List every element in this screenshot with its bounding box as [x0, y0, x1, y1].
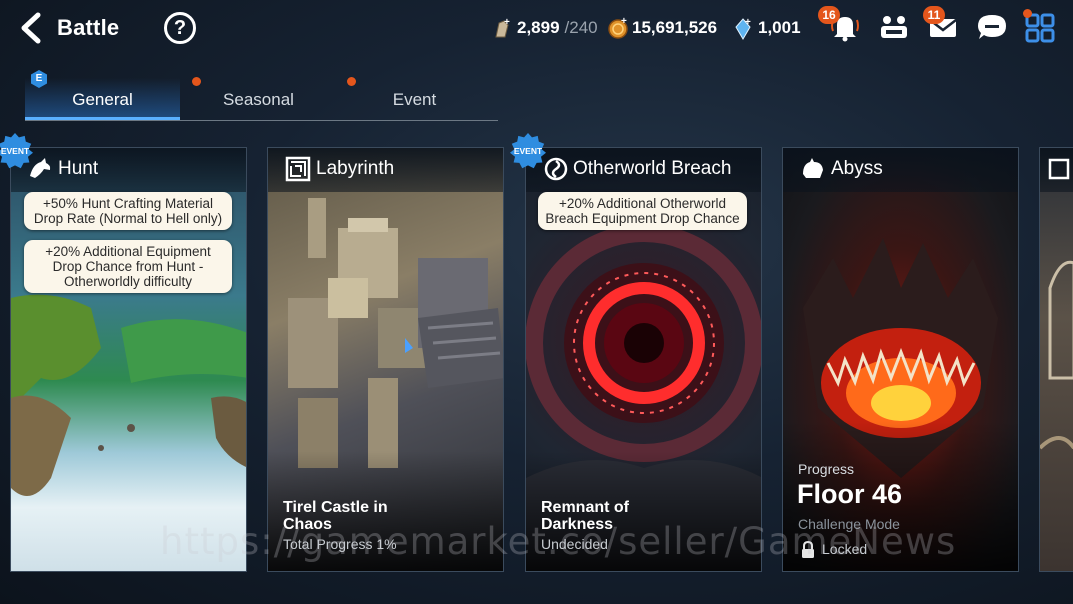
- portal-swirl-icon: [543, 156, 569, 182]
- abyss-locked-label: Locked: [822, 541, 868, 557]
- tab-general-label: General: [72, 90, 133, 109]
- help-button[interactable]: ?: [164, 12, 196, 44]
- stamina-currency[interactable]: + 2,899 /240: [492, 16, 598, 40]
- abyss-footer: Progress Floor 46 Challenge Mode Locked: [783, 421, 1018, 571]
- otherworld-breach-location: Remnant of Darkness: [541, 499, 629, 533]
- hunt-bonus-bubble-2: +20% Additional Equipment Drop Chance fr…: [24, 240, 232, 293]
- back-arrow-icon[interactable]: [18, 12, 48, 44]
- stamina-icon: +: [492, 17, 512, 39]
- tab-seasonal[interactable]: Seasonal: [181, 78, 336, 120]
- labyrinth-title: Labyrinth: [316, 158, 395, 179]
- next-content-icon: [1046, 156, 1072, 182]
- mail-badge: 11: [923, 6, 945, 24]
- tab-event[interactable]: Event: [337, 78, 492, 120]
- maze-icon: [285, 156, 311, 182]
- stamina-cap: /240: [564, 18, 598, 37]
- next-content-header: [1040, 148, 1073, 192]
- abyss-floor: Floor 46: [797, 479, 903, 509]
- labyrinth-progress: Total Progress 1%: [283, 536, 397, 552]
- tabs-divider: [25, 120, 498, 121]
- otherworld-breach-title: Otherworld Breach: [573, 158, 732, 179]
- labyrinth-card[interactable]: Labyrinth Tirel Castle in Chaos Total Pr…: [267, 147, 504, 572]
- otherworld-breach-bonus-bubble: +20% Additional Otherworld Breach Equipm…: [538, 192, 747, 230]
- team-icon[interactable]: [877, 10, 911, 44]
- labyrinth-location: Tirel Castle in Chaos: [283, 499, 388, 533]
- tab-seasonal-dot: [192, 77, 201, 86]
- svg-text:+: +: [621, 17, 627, 27]
- otherworld-breach-status: Undecided: [541, 536, 608, 552]
- abyss-progress-label: Progress: [798, 461, 855, 477]
- hunt-card[interactable]: Hunt +50% Hunt Crafting Material Drop Ra…: [10, 147, 247, 572]
- svg-text:+: +: [745, 17, 751, 28]
- abyss-card[interactable]: Abyss Progress Floor 46 Challenge Mode L…: [782, 147, 1019, 572]
- crystal-value: 1,001: [758, 18, 801, 37]
- abyss-claw-icon: [800, 156, 826, 182]
- otherworld-breach-header: Otherworld Breach: [526, 148, 761, 192]
- abyss-header: Abyss: [783, 148, 1018, 192]
- menu-notification-dot: [1023, 9, 1032, 18]
- stamina-value: 2,899: [517, 18, 560, 37]
- hunt-bonus-bubble-1: +50% Hunt Crafting Material Drop Rate (N…: [24, 192, 232, 230]
- hunt-header: Hunt: [11, 148, 246, 192]
- tab-seasonal-label: Seasonal: [223, 90, 294, 109]
- otherworld-breach-card[interactable]: Otherworld Breach +20% Additional Otherw…: [525, 147, 762, 572]
- lock-icon: [799, 540, 817, 559]
- next-content-artwork: [1040, 148, 1073, 571]
- crystal-icon: +: [733, 17, 753, 40]
- gold-currency[interactable]: + 15,691,526: [607, 16, 717, 40]
- crystal-currency[interactable]: + 1,001: [733, 16, 801, 40]
- tab-event-label: Event: [392, 90, 437, 109]
- gold-coin-icon: +: [607, 16, 628, 39]
- abyss-title: Abyss: [831, 158, 883, 179]
- hunt-title: Hunt: [58, 158, 99, 179]
- tab-general[interactable]: General: [25, 78, 180, 120]
- next-content-card[interactable]: [1039, 147, 1073, 572]
- tab-event-dot: [347, 77, 356, 86]
- labyrinth-header: Labyrinth: [268, 148, 503, 192]
- hunt-dragon-icon: [27, 156, 53, 182]
- battle-tabs: General E Seasonal Event: [25, 70, 500, 122]
- otherworld-breach-footer: Remnant of Darkness Undecided: [526, 451, 761, 571]
- abyss-challenge-mode: Challenge Mode: [798, 516, 900, 532]
- svg-text:+: +: [504, 17, 510, 28]
- gold-value: 15,691,526: [632, 18, 718, 37]
- bell-badge: 16: [818, 6, 840, 24]
- page-title: Battle: [57, 15, 120, 40]
- top-bar: Battle ? + 2,899 /240 + 15,691,526 + 1,0…: [0, 0, 1073, 58]
- chat-icon[interactable]: [975, 10, 1009, 44]
- labyrinth-footer: Tirel Castle in Chaos Total Progress 1%: [268, 451, 503, 571]
